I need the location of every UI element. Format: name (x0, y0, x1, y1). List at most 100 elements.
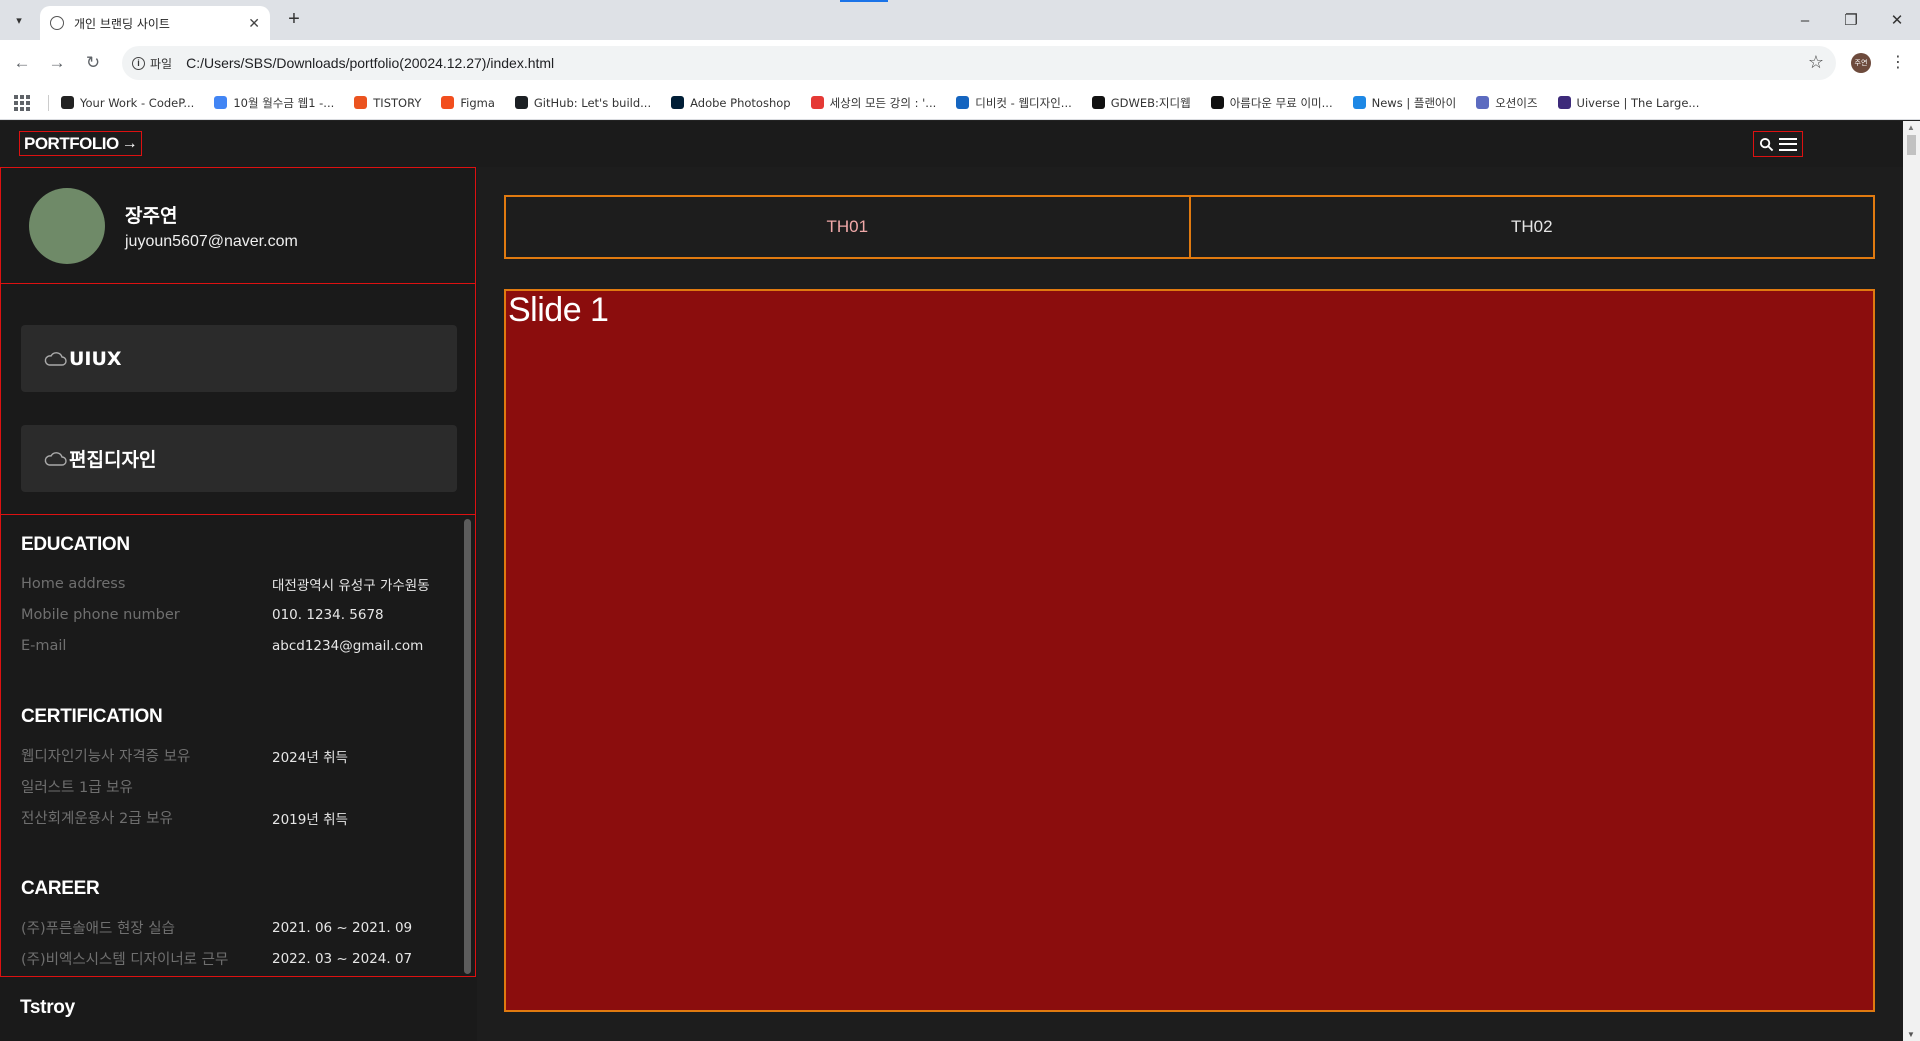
bookmarks-divider (48, 94, 49, 111)
bookmark-label: 세상의 모든 강의 : '... (829, 95, 937, 110)
uiverse-icon (1557, 96, 1571, 109)
figma-icon (441, 96, 455, 109)
minimize-button[interactable]: – (1782, 0, 1828, 40)
search-icon[interactable] (1759, 137, 1774, 152)
bookmark-label: Figma (460, 95, 495, 110)
bookmark-item[interactable]: 아름다운 무료 이미... (1210, 95, 1333, 111)
tab-th02[interactable]: TH02 (1190, 195, 1875, 259)
career-section: CAREER (주)푸른솔애드 현장 실습 2021. 06 ~ 2021. 09… (21, 878, 412, 974)
hamburger-menu-icon[interactable] (1778, 137, 1797, 151)
profile-name: 장주연 (125, 204, 178, 227)
category-list: UIUX 편집디자인 (0, 284, 476, 515)
info-row: E-mail abcd1234@gmail.com (21, 637, 424, 654)
tstroy-heading[interactable]: Tstroy (20, 997, 75, 1019)
education-section: EDUCATION Home address 대전광역시 유성구 가수원동 Mob… (21, 534, 430, 661)
address-bar[interactable]: i 파일 C:/Users/SBS/Downloads/portfolio(20… (122, 46, 1836, 80)
tab-search-chevron-icon[interactable]: ▾ (6, 8, 32, 32)
browser-tab-strip: ▾ 개인 브랜딩 사이트 ✕ + – ❐ ✕ (0, 0, 1920, 40)
slide-title: Slide 1 (508, 291, 609, 329)
profile-email: juyoun5607@naver.com (125, 232, 298, 250)
info-icon (1352, 96, 1366, 109)
resume-info-panel[interactable]: EDUCATION Home address 대전광역시 유성구 가수원동 Mob… (0, 515, 476, 977)
back-arrow-icon[interactable]: ← (9, 50, 35, 76)
forward-arrow-icon[interactable]: → (44, 50, 70, 76)
bookmark-label: Uiverse | The Large... (1576, 95, 1700, 110)
web-page: PORTFOLIO → 장주연 juyoun5607@naver.com UIU… (0, 121, 1920, 1041)
bookmark-label: TISTORY (373, 95, 422, 110)
bookmark-item[interactable]: Uiverse | The Large... (1557, 95, 1700, 110)
bookmark-item[interactable]: 오션이즈 (1476, 95, 1538, 111)
bookmark-item[interactable]: News | 플랜아이 (1352, 95, 1457, 111)
profile-avatar[interactable]: 주연 (1851, 53, 1871, 73)
bookmark-label: 디비컷 - 웹디자인... (975, 95, 1072, 110)
bookmark-item[interactable]: Your Work - CodeP... (61, 96, 194, 110)
bookmark-item[interactable]: 세상의 모든 강의 : '... (810, 95, 937, 111)
logo-text: PORTFOLIO (24, 133, 119, 153)
info-row: 전산회계운용사 2급 보유 2019년 취득 (21, 811, 348, 828)
bookmark-label: 아름다운 무료 이미... (1229, 95, 1333, 110)
browser-tab-active[interactable]: 개인 브랜딩 사이트 ✕ (40, 6, 270, 40)
portfolio-logo-link[interactable]: PORTFOLIO → (19, 131, 143, 156)
new-tab-button[interactable]: + (282, 8, 306, 31)
scroll-down-arrow-icon[interactable]: ▼ (1907, 1030, 1915, 1039)
gdweb-icon (1091, 96, 1105, 109)
info-row: 일러스트 1급 보유 (21, 780, 133, 796)
bookmark-item[interactable]: GDWEB:지디웹 (1091, 95, 1191, 111)
bookmark-label: GitHub: Let's build... (533, 95, 652, 110)
bookmark-label: News | 플랜아이 (1371, 95, 1457, 110)
panel-scrollbar[interactable] (464, 519, 471, 974)
tab-th01[interactable]: TH01 (504, 195, 1191, 259)
bookmarks-bar: Your Work - CodeP... 10월 월수금 웹1 -... TISTO… (0, 86, 1920, 120)
info-row: 웹디자인기능사 자격증 보유 2024년 취득 (21, 749, 348, 766)
loading-indicator (840, 0, 888, 2)
category-item-editorial-design[interactable]: 편집디자인 (21, 425, 457, 492)
site-header: PORTFOLIO → (0, 121, 1903, 167)
reload-icon[interactable]: ↻ (80, 50, 106, 76)
close-window-button[interactable]: ✕ (1874, 0, 1920, 40)
info-icon: i (132, 56, 145, 70)
certification-section: CERTIFICATION 웹디자인기능사 자격증 보유 2024년 취득 일러스… (21, 706, 348, 833)
bookmark-item[interactable]: TISTORY (354, 96, 421, 110)
section-title: CERTIFICATION (21, 706, 163, 727)
url-text[interactable]: C:/Users/SBS/Downloads/portfolio(20024.1… (186, 55, 554, 71)
bookmark-item[interactable]: 10월 월수금 웹1 -... (214, 95, 334, 111)
github-icon (514, 96, 528, 109)
more-menu-icon[interactable]: ⋮ (1890, 52, 1906, 72)
category-item-uiux[interactable]: UIUX (21, 325, 457, 392)
tab-title: 개인 브랜딩 사이트 (74, 16, 170, 31)
tab-close-icon[interactable]: ✕ (248, 15, 260, 32)
globe-icon (50, 16, 64, 30)
oceanis-icon (1476, 96, 1490, 109)
bookmark-label: Adobe Photoshop (690, 95, 791, 110)
profile-card: 장주연 juyoun5607@naver.com (0, 167, 476, 284)
bookmark-label: Your Work - CodeP... (80, 95, 195, 110)
page-scrollbar[interactable]: ▲ ▼ (1903, 121, 1920, 1041)
category-label: UIUX (69, 347, 122, 370)
bookmark-item[interactable]: 디비컷 - 웹디자인... (956, 95, 1072, 111)
scroll-up-arrow-icon[interactable]: ▲ (1907, 123, 1915, 132)
site-info-chip[interactable]: i 파일 (132, 55, 172, 72)
slide-panel[interactable]: Slide 1 (504, 289, 1875, 1012)
codepen-icon (61, 96, 74, 109)
section-title: CAREER (21, 878, 100, 899)
category-label: 편집디자인 (69, 449, 157, 471)
info-row: Home address 대전광역시 유성구 가수원동 (21, 575, 430, 594)
bookmark-label: 오션이즈 (1495, 95, 1538, 110)
scroll-thumb[interactable] (1907, 135, 1916, 155)
bookmark-item[interactable]: Adobe Photoshop (671, 95, 791, 110)
tistory-icon (354, 96, 368, 109)
cloud-icon (44, 451, 67, 466)
browser-toolbar: ← → ↻ i 파일 C:/Users/SBS/Downloads/portfo… (0, 40, 1920, 86)
bookmark-label: GDWEB:지디웹 (1110, 95, 1191, 110)
bookmark-star-icon[interactable]: ☆ (1808, 52, 1824, 73)
apps-grid-icon[interactable] (14, 94, 30, 111)
bookmark-label: 10월 월수금 웹1 -... (233, 95, 335, 110)
dbcut-icon (956, 96, 970, 109)
bookmark-item[interactable]: GitHub: Let's build... (514, 95, 652, 110)
tab-bar: TH01 TH02 (504, 195, 1875, 259)
bookmark-item[interactable]: Figma (441, 96, 495, 110)
restore-button[interactable]: ❐ (1828, 0, 1874, 40)
avatar (29, 187, 105, 264)
photoshop-icon (671, 96, 685, 109)
info-row: (주)푸른솔애드 현장 실습 2021. 06 ~ 2021. 09 (21, 919, 413, 938)
